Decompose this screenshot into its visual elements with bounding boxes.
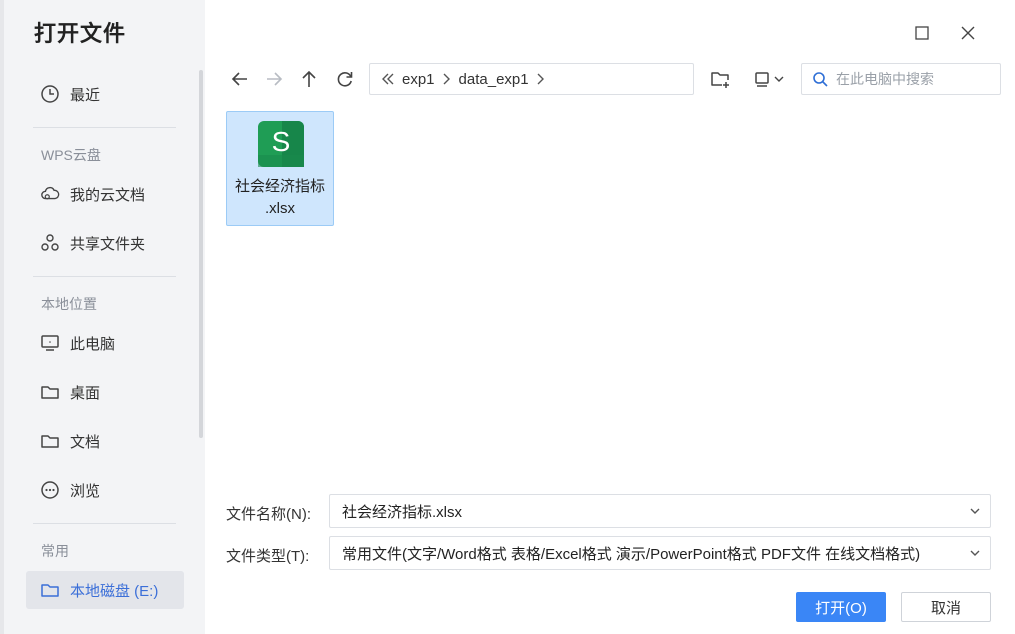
refresh-button[interactable] bbox=[332, 66, 358, 92]
arrow-right-icon bbox=[267, 72, 283, 86]
up-button[interactable] bbox=[296, 66, 322, 92]
filetype-label: 文件类型(T): bbox=[226, 548, 310, 565]
sidebar-item-label: 文档 bbox=[70, 433, 101, 451]
view-mode-icon bbox=[755, 72, 769, 87]
folder-icon bbox=[40, 382, 60, 402]
filetype-value: 常用文件(文字/Word格式 表格/Excel格式 演示/PowerPoint格… bbox=[342, 545, 921, 563]
sidebar-item-browse[interactable]: 浏览 bbox=[26, 471, 184, 509]
sidebar-item-label: 本地磁盘 (E:) bbox=[70, 582, 159, 600]
sidebar-item-documents[interactable]: 文档 bbox=[26, 422, 184, 460]
close-icon bbox=[961, 26, 975, 40]
file-name-line: 社会经济指标 bbox=[234, 178, 325, 195]
filename-value: 社会经济指标.xlsx bbox=[342, 503, 463, 521]
chevron-down-icon bbox=[774, 76, 784, 82]
monitor-icon bbox=[40, 333, 60, 353]
back-button[interactable] bbox=[227, 66, 253, 92]
dialog-title: 打开文件 bbox=[34, 21, 127, 46]
breadcrumb[interactable]: exp1 data_exp1 bbox=[369, 63, 694, 95]
folder-icon bbox=[40, 431, 60, 451]
sidebar-item-label: 桌面 bbox=[70, 384, 101, 402]
breadcrumb-item[interactable]: data_exp1 bbox=[459, 71, 529, 88]
file-item[interactable]: S 社会经济指标 .xlsx bbox=[226, 111, 334, 226]
chevron-down-icon[interactable] bbox=[968, 504, 982, 518]
forward-button[interactable] bbox=[261, 66, 287, 92]
cancel-button[interactable]: 取消 bbox=[901, 592, 991, 622]
search-box[interactable] bbox=[801, 63, 1001, 95]
more-icon bbox=[40, 480, 60, 500]
sidebar-divider bbox=[33, 127, 176, 128]
window-edge bbox=[0, 0, 4, 634]
file-icon-letter: S bbox=[271, 126, 291, 157]
refresh-icon bbox=[337, 72, 353, 87]
double-chevron-left-icon[interactable] bbox=[380, 71, 396, 87]
chevron-down-icon bbox=[970, 550, 980, 556]
filename-label: 文件名称(N): bbox=[226, 506, 311, 523]
view-mode-button[interactable] bbox=[749, 66, 789, 92]
sidebar-item-label: 最近 bbox=[70, 86, 101, 104]
sidebar-divider bbox=[33, 523, 176, 524]
chevron-right-icon[interactable] bbox=[535, 71, 547, 87]
new-folder-icon bbox=[711, 72, 729, 88]
maximize-button[interactable] bbox=[911, 22, 933, 44]
clock-icon bbox=[40, 84, 60, 104]
arrow-up-icon bbox=[302, 70, 316, 87]
sidebar-item-label: 我的云文档 bbox=[70, 186, 146, 204]
close-button[interactable] bbox=[957, 22, 979, 44]
sidebar-item-this-pc[interactable]: 此电脑 bbox=[26, 324, 184, 362]
filename-field[interactable]: 社会经济指标.xlsx bbox=[329, 494, 991, 528]
arrow-left-icon bbox=[231, 72, 247, 86]
sidebar-item-recent[interactable]: 最近 bbox=[26, 75, 184, 113]
filetype-select[interactable]: 常用文件(文字/Word格式 表格/Excel格式 演示/PowerPoint格… bbox=[329, 536, 991, 570]
sidebar-item-label: 浏览 bbox=[70, 482, 101, 500]
chevron-right-icon bbox=[441, 71, 453, 87]
sidebar-item-label: 此电脑 bbox=[70, 335, 116, 353]
sidebar-scrollbar[interactable] bbox=[199, 70, 203, 438]
cloud-icon bbox=[40, 184, 60, 204]
sidebar-item-my-cloud-docs[interactable]: 我的云文档 bbox=[26, 175, 184, 213]
share-icon bbox=[40, 233, 60, 253]
sidebar-item-shared-folder[interactable]: 共享文件夹 bbox=[26, 224, 184, 262]
folder-icon bbox=[40, 580, 60, 600]
section-cloud: WPS云盘 bbox=[41, 147, 101, 163]
new-folder-button[interactable] bbox=[708, 66, 732, 92]
sidebar: 打开文件 最近 WPS云盘 我的云文档 共享文件夹 本地位置 此电脑 桌面 文档… bbox=[0, 0, 205, 634]
section-common: 常用 bbox=[41, 543, 69, 559]
file-name: 社会经济指标 .xlsx bbox=[227, 176, 333, 220]
search-icon bbox=[813, 72, 828, 87]
file-name-line: .xlsx bbox=[265, 200, 295, 217]
sidebar-item-local-disk-e[interactable]: 本地磁盘 (E:) bbox=[26, 571, 184, 609]
open-button[interactable]: 打开(O) bbox=[796, 592, 886, 622]
maximize-icon bbox=[915, 26, 929, 40]
section-local: 本地位置 bbox=[41, 296, 97, 312]
sidebar-item-desktop[interactable]: 桌面 bbox=[26, 373, 184, 411]
sidebar-divider bbox=[33, 276, 176, 277]
breadcrumb-item[interactable]: exp1 bbox=[402, 71, 435, 88]
sidebar-item-label: 共享文件夹 bbox=[70, 235, 146, 253]
search-input[interactable] bbox=[836, 71, 996, 87]
